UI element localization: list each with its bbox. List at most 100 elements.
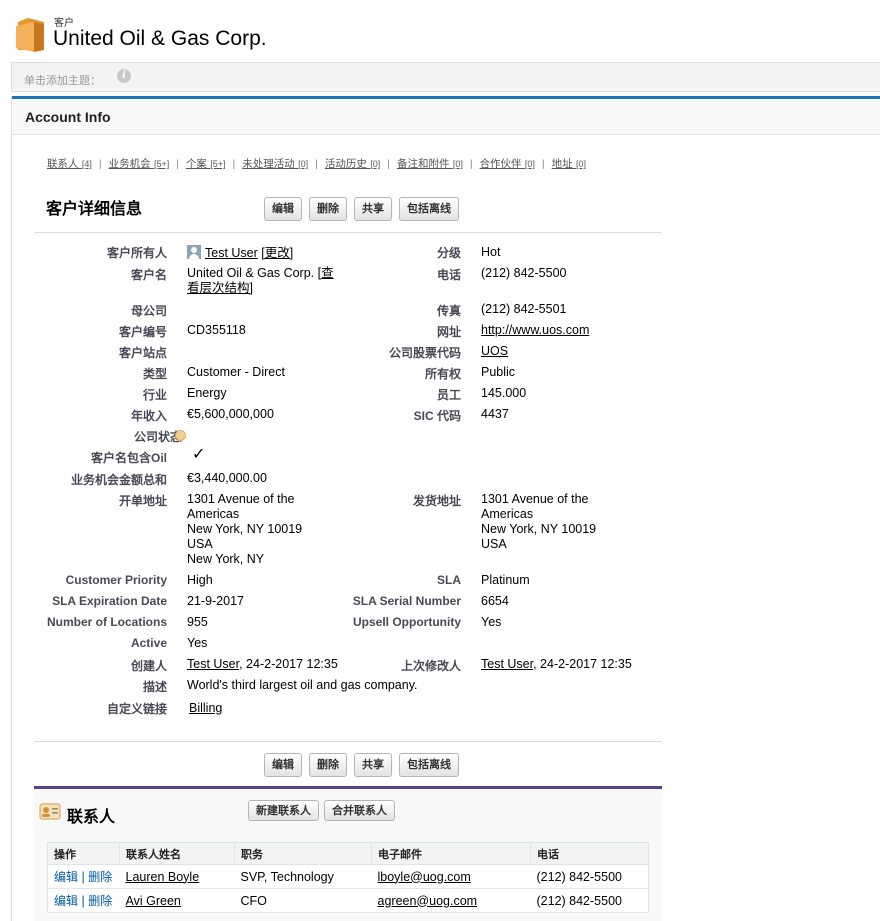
delete-link[interactable]: 删除 bbox=[88, 870, 112, 884]
section-header: Account Info bbox=[12, 99, 880, 135]
field-label-opportunity-total: 业务机会金额总和 bbox=[70, 473, 167, 487]
field-label-upsell: Upsell Opportunity bbox=[353, 615, 461, 629]
section-title: Account Info bbox=[25, 109, 111, 125]
field-label-sla-expiration: SLA Expiration Date bbox=[52, 594, 167, 608]
field-value-revenue: €5,600,000,000 bbox=[187, 407, 274, 421]
delete-button[interactable]: 删除 bbox=[309, 197, 347, 221]
field-value-active: Yes bbox=[187, 636, 208, 650]
add-topic-link[interactable]: 单击添加主题： bbox=[24, 72, 101, 88]
contact-name-cell: Lauren Boyle bbox=[119, 864, 235, 889]
contact-email-link[interactable]: agreen@uog.com bbox=[378, 894, 478, 908]
related-link-cases[interactable]: 个案 [5+] bbox=[186, 158, 226, 170]
field-value-shipping-address: 1301 Avenue of the Americas New York, NY… bbox=[481, 492, 597, 551]
modified-by-link[interactable]: Test User bbox=[481, 657, 533, 671]
field-value-account-name-line2: 看层次结构] bbox=[187, 281, 253, 296]
contact-email-cell: lboyle@uog.com bbox=[371, 864, 531, 889]
detail-buttons-top: 编辑 删除 共享 包括离线 bbox=[264, 197, 459, 221]
view-hierarchy-link-2[interactable]: 看层次结构] bbox=[187, 281, 253, 295]
field-label-billing-address: 开单地址 bbox=[118, 494, 167, 508]
related-link-contacts[interactable]: 联系人 [4] bbox=[47, 158, 92, 170]
edit-button[interactable]: 编辑 bbox=[264, 753, 302, 777]
contact-name-link[interactable]: Avi Green bbox=[126, 894, 181, 908]
contact-email-link[interactable]: lboyle@uog.com bbox=[378, 870, 471, 884]
billing-link[interactable]: Billing bbox=[189, 701, 222, 715]
edit-button[interactable]: 编辑 bbox=[264, 197, 302, 221]
column-header-email[interactable]: 电子邮件 bbox=[371, 842, 531, 865]
contact-email-cell: agreen@uog.com bbox=[371, 888, 531, 913]
table-row: 编辑 | 删除 Lauren Boyle SVP, Technology lbo… bbox=[47, 864, 649, 889]
field-label-active: Active bbox=[130, 636, 167, 650]
column-header-phone[interactable]: 电话 bbox=[530, 842, 649, 865]
field-label-owner: 客户所有人 bbox=[106, 246, 167, 260]
field-label-locations: Number of Locations bbox=[46, 615, 167, 629]
related-link-open-activities[interactable]: 未处理活动 [0] bbox=[242, 158, 308, 170]
detail-buttons-bottom: 编辑 删除 共享 包括离线 bbox=[264, 753, 459, 777]
field-label-website: 网址 bbox=[436, 325, 461, 339]
field-value-rating: Hot bbox=[481, 245, 501, 259]
ticker-link[interactable]: UOS bbox=[481, 344, 508, 358]
field-value-phone: (212) 842-5500 bbox=[481, 266, 567, 280]
column-header-action: 操作 bbox=[47, 842, 120, 865]
field-value-billing-address: 1301 Avenue of the Americas New York, NY… bbox=[187, 492, 303, 566]
field-value-custom-links: Billing bbox=[189, 701, 222, 716]
contacts-table: 操作 联系人姓名 职务 电子邮件 电话 编辑 | 删除 Lauren Boyle… bbox=[47, 842, 649, 913]
share-button[interactable]: 共享 bbox=[354, 197, 392, 221]
delete-button[interactable]: 删除 bbox=[309, 753, 347, 777]
include-offline-button[interactable]: 包括离线 bbox=[399, 197, 459, 221]
related-link-partners[interactable]: 合作伙伴 [0] bbox=[480, 158, 535, 170]
contacts-buttons: 新建联系人 合并联系人 bbox=[248, 800, 395, 821]
field-value-created-by: Test User, 24-2-2017 12:35 bbox=[187, 657, 338, 671]
help-icon[interactable] bbox=[175, 430, 186, 441]
field-label-priority: Customer Priority bbox=[65, 573, 167, 587]
share-button[interactable]: 共享 bbox=[354, 753, 392, 777]
owner-link[interactable]: Test User bbox=[205, 246, 258, 260]
field-value-website: http://www.uos.com bbox=[481, 323, 589, 338]
field-value-ownership: Public bbox=[481, 365, 516, 379]
field-label-ticker: 公司股票代码 bbox=[388, 346, 461, 360]
field-label-type: 类型 bbox=[142, 367, 167, 381]
field-value-opportunity-total: €3,440,000.00 bbox=[187, 471, 267, 485]
related-link-addresses[interactable]: 地址 [0] bbox=[552, 158, 586, 170]
divider bbox=[34, 741, 662, 742]
contact-title-cell: SVP, Technology bbox=[234, 864, 372, 889]
field-value-last-modified: Test User, 24-2-2017 12:35 bbox=[481, 657, 632, 671]
related-link-opportunities[interactable]: 业务机会 [5+] bbox=[109, 158, 170, 170]
info-icon[interactable]: i bbox=[117, 69, 131, 83]
related-link-notes-attachments[interactable]: 备注和附件 [0] bbox=[397, 158, 463, 170]
field-label-fax: 传真 bbox=[436, 304, 461, 318]
user-icon bbox=[187, 245, 201, 259]
delete-link[interactable]: 删除 bbox=[88, 894, 112, 908]
column-header-title[interactable]: 职务 bbox=[234, 842, 372, 865]
field-label-ownership: 所有权 bbox=[424, 367, 461, 381]
page-title: United Oil & Gas Corp. bbox=[53, 27, 267, 50]
edit-link[interactable]: 编辑 bbox=[54, 894, 78, 908]
edit-link[interactable]: 编辑 bbox=[54, 870, 78, 884]
field-value-industry: Energy bbox=[187, 386, 227, 400]
field-value-owner: Test User [更改] bbox=[187, 245, 293, 261]
topic-bar: 单击添加主题： i bbox=[11, 62, 880, 92]
website-link[interactable]: http://www.uos.com bbox=[481, 323, 589, 337]
field-label-sla-serial: SLA Serial Number bbox=[352, 594, 461, 608]
contact-name-link[interactable]: Lauren Boyle bbox=[126, 870, 200, 884]
field-value-account-name: United Oil & Gas Corp. [查 bbox=[187, 266, 334, 280]
include-offline-button[interactable]: 包括离线 bbox=[399, 753, 459, 777]
merge-contacts-button[interactable]: 合并联系人 bbox=[324, 800, 395, 821]
new-contact-button[interactable]: 新建联系人 bbox=[248, 800, 319, 821]
contact-name-cell: Avi Green bbox=[119, 888, 235, 913]
created-by-link[interactable]: Test User bbox=[187, 657, 239, 671]
contact-card-icon bbox=[39, 803, 61, 820]
field-label-description: 描述 bbox=[142, 680, 167, 694]
view-hierarchy-link-1[interactable]: [查 bbox=[318, 266, 334, 280]
field-value-description: World's third largest oil and gas compan… bbox=[187, 678, 418, 692]
column-header-name[interactable]: 联系人姓名 bbox=[119, 842, 235, 865]
change-owner-link[interactable]: [更改] bbox=[261, 246, 293, 260]
field-value-sla-expiration: 21-9-2017 bbox=[187, 594, 244, 608]
contact-phone-cell: (212) 842-5500 bbox=[530, 864, 649, 889]
field-label-rating: 分级 bbox=[436, 246, 461, 260]
field-value-type: Customer - Direct bbox=[187, 365, 285, 379]
field-label-shipping-address: 发货地址 bbox=[412, 494, 461, 508]
field-value-sla-serial: 6654 bbox=[481, 594, 509, 608]
related-link-activity-history[interactable]: 活动历史 [0] bbox=[325, 158, 380, 170]
field-label-last-modified: 上次修改人 bbox=[400, 659, 461, 673]
row-actions: 编辑 | 删除 bbox=[47, 864, 120, 889]
